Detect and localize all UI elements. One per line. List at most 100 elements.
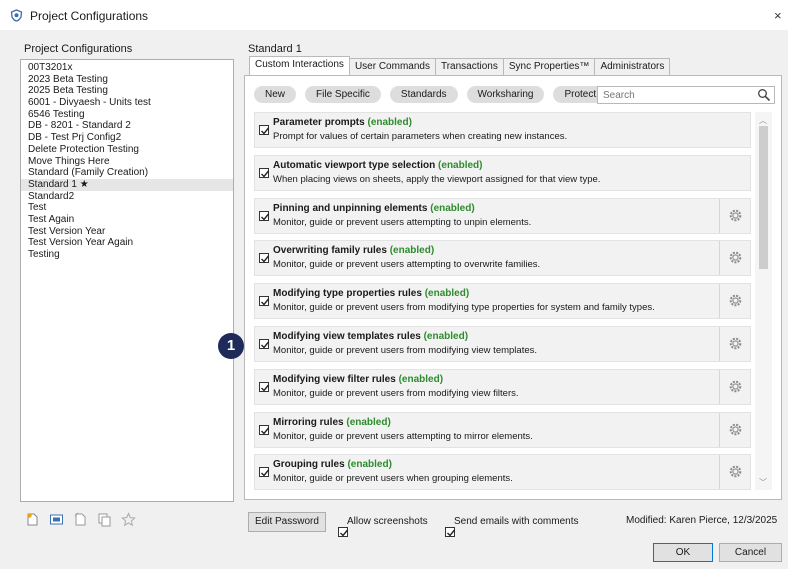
rule-checkbox[interactable] <box>259 381 270 392</box>
rule-card: Parameter prompts (enabled) Prompt for va… <box>254 112 751 148</box>
rule-settings-cell[interactable] <box>719 326 750 361</box>
filter-pill[interactable]: Worksharing <box>466 86 545 103</box>
gear-icon[interactable] <box>728 250 743 265</box>
rule-checkbox[interactable] <box>259 125 270 135</box>
filter-pill[interactable]: Standards <box>389 86 458 103</box>
rule-title-text: Modifying view filter rules <box>273 373 396 385</box>
gear-icon[interactable] <box>728 293 743 308</box>
tab-item[interactable]: Transactions <box>434 58 504 75</box>
callout-badge: 1 <box>218 333 244 359</box>
rule-status: (enabled) <box>346 416 391 428</box>
app-shield-icon <box>10 9 23 22</box>
import-icon[interactable] <box>49 512 64 527</box>
window-title: Project Configurations <box>30 9 149 23</box>
project-list-item[interactable]: Standard 1 ★ <box>21 178 233 191</box>
title-bar: Project Configurations × <box>0 0 788 30</box>
project-list-item[interactable]: Test Version Year <box>21 226 233 238</box>
rule-status: (enabled) <box>423 330 469 342</box>
rule-status: (enabled) <box>389 245 435 257</box>
rule-settings-cell[interactable] <box>719 455 750 490</box>
project-list-item[interactable]: Test <box>21 202 233 214</box>
rule-title: Modifying type properties rules (enabled… <box>273 288 469 299</box>
rule-card: Modifying view filter rules (enabled) Mon… <box>254 368 751 405</box>
rule-checkbox[interactable] <box>259 167 270 178</box>
rule-description: Monitor, guide or prevent users from mod… <box>273 344 538 356</box>
tab-item[interactable]: User Commands <box>348 58 436 75</box>
list-toolbar <box>25 512 136 527</box>
allow-screenshots-option[interactable]: Allow screenshots <box>334 515 428 537</box>
gear-icon[interactable] <box>728 336 743 351</box>
rule-description: Prompt for values of certain parameters … <box>273 131 568 142</box>
allow-screenshots-checkbox[interactable] <box>338 527 349 537</box>
gear-icon[interactable] <box>728 464 743 479</box>
new-config-icon[interactable] <box>25 512 40 527</box>
send-emails-checkbox[interactable] <box>445 527 456 537</box>
project-list-item[interactable]: 00T3201x <box>21 62 233 74</box>
rule-card: Overwriting family rules (enabled) Monito… <box>254 240 751 277</box>
filter-pill[interactable]: File Specific <box>305 86 381 103</box>
rule-card: Automatic viewport type selection (enabl… <box>254 154 751 191</box>
scroll-up-icon[interactable]: ︿ <box>759 115 767 126</box>
duplicate-icon[interactable] <box>97 512 112 527</box>
rule-checkbox[interactable] <box>259 210 270 221</box>
project-list-item[interactable]: Testing <box>21 249 233 261</box>
project-list-item[interactable]: DB - 8201 - Standard 2 <box>21 120 233 132</box>
rule-card: Grouping rules (enabled) Monitor, guide o… <box>254 454 751 491</box>
scroll-down-icon[interactable]: ﹀ <box>759 477 767 488</box>
gear-icon[interactable] <box>728 208 743 223</box>
rule-card: Pinning and unpinning elements (enabled)… <box>254 197 751 234</box>
favorite-star-icon[interactable] <box>121 512 136 527</box>
rule-title: Overwriting family rules (enabled) <box>273 245 434 256</box>
project-list-item[interactable]: Standard (Family Creation) <box>21 167 233 179</box>
project-config-list[interactable]: 00T3201x 2023 Beta Testing 2025 Beta Testi… <box>20 59 234 502</box>
search-input[interactable] <box>598 87 748 103</box>
search-box[interactable] <box>597 86 775 104</box>
rule-checkbox[interactable] <box>259 467 270 478</box>
copy-icon[interactable] <box>73 512 88 527</box>
rule-status: (enabled) <box>367 117 412 128</box>
project-list-item[interactable]: 6546 Testing <box>21 109 233 121</box>
close-icon[interactable]: × <box>774 8 782 23</box>
project-list-item[interactable]: DB - Test Prj Config2 <box>21 132 233 144</box>
tab-item[interactable]: Custom Interactions <box>249 56 350 75</box>
gear-icon[interactable] <box>728 379 743 394</box>
rule-checkbox[interactable] <box>259 338 270 349</box>
allow-screenshots-label: Allow screenshots <box>347 516 428 527</box>
rule-settings-cell[interactable] <box>719 241 750 276</box>
rule-title-text: Overwriting family rules <box>273 245 387 257</box>
project-list-item[interactable]: Test Version Year Again <box>21 237 233 249</box>
rule-checkbox[interactable] <box>259 424 270 435</box>
rule-list-scrollbar[interactable]: ︿ ﹀ <box>755 112 772 490</box>
rule-settings-cell[interactable] <box>719 412 750 447</box>
project-list-item[interactable]: 2025 Beta Testing <box>21 85 233 97</box>
config-name-label: Standard 1 <box>248 43 302 55</box>
rule-title: Automatic viewport type selection (enabl… <box>273 160 483 171</box>
rule-title-text: Modifying type properties rules <box>273 288 422 300</box>
rule-title-text: Parameter prompts <box>273 117 365 128</box>
rule-description: Monitor, guide or prevent users attempti… <box>273 259 541 271</box>
send-emails-option[interactable]: Send emails with comments <box>441 515 579 537</box>
scroll-thumb[interactable] <box>759 126 768 269</box>
rule-settings-cell[interactable] <box>719 284 750 319</box>
rule-title-text: Pinning and unpinning elements <box>273 202 428 214</box>
tab-item[interactable]: Administrators <box>594 58 671 75</box>
rule-description: Monitor, guide or prevent users attempti… <box>273 430 533 442</box>
filter-pills: New File Specific Standards Worksharing Prot… <box>254 86 608 103</box>
cancel-button[interactable]: Cancel <box>719 543 782 562</box>
rule-settings-cell[interactable] <box>719 369 750 404</box>
project-list-item[interactable]: Test Again <box>21 214 233 226</box>
ok-button[interactable]: OK <box>653 543 713 562</box>
project-list-item[interactable]: 2023 Beta Testing <box>21 74 233 86</box>
rule-checkbox[interactable] <box>259 296 270 307</box>
gear-icon[interactable] <box>728 422 743 437</box>
search-icon[interactable] <box>757 88 771 102</box>
project-list-item[interactable]: Standard2 <box>21 191 233 203</box>
rule-checkbox[interactable] <box>259 253 270 264</box>
project-list-item[interactable]: Move Things Here <box>21 156 233 168</box>
filter-pill[interactable]: New <box>254 86 297 103</box>
tab-item[interactable]: Sync Properties™ <box>502 58 596 75</box>
project-list-item[interactable]: 6001 - Divyaesh - Units test <box>21 97 233 109</box>
edit-password-button[interactable]: Edit Password <box>248 512 326 532</box>
project-list-item[interactable]: Delete Protection Testing <box>21 144 233 156</box>
rule-settings-cell[interactable] <box>719 198 750 233</box>
